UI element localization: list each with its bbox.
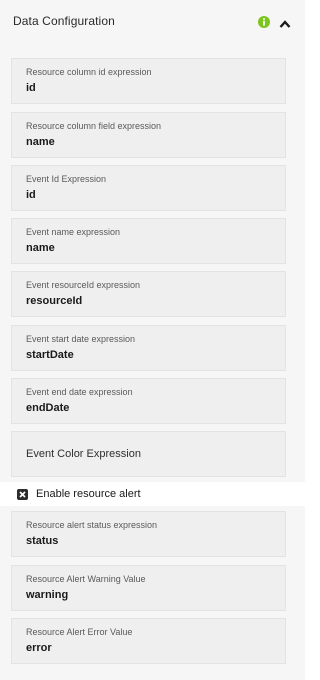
event-id-field[interactable]: Event Id Expression id xyxy=(11,165,286,211)
field-value: name xyxy=(26,242,55,254)
field-placeholder: Event Color Expression xyxy=(26,448,141,460)
chevron-up-icon[interactable] xyxy=(279,16,291,28)
field-value: id xyxy=(26,189,36,201)
checkbox-label: Enable resource alert xyxy=(36,488,141,500)
field-label: Event name expression xyxy=(26,227,121,237)
resource-column-id-field[interactable]: Resource column id expression id xyxy=(11,58,286,104)
resource-alert-error-field[interactable]: Resource Alert Error Value error xyxy=(11,618,286,664)
event-resourceid-field[interactable]: Event resourceId expression resourceId xyxy=(11,271,286,317)
event-end-date-field[interactable]: Event end date expression endDate xyxy=(11,378,286,424)
resource-column-field-field[interactable]: Resource column field expression name xyxy=(11,112,286,158)
resource-alert-warning-field[interactable]: Resource Alert Warning Value warning xyxy=(11,565,286,611)
field-value: warning xyxy=(26,589,69,601)
field-value: startDate xyxy=(26,349,74,361)
field-label: Resource alert status expression xyxy=(26,520,158,530)
field-value: resourceId xyxy=(26,295,83,307)
enable-resource-alert-checkbox[interactable]: Enable resource alert xyxy=(0,482,305,506)
field-label: Event start date expression xyxy=(26,334,136,344)
field-value: status xyxy=(26,535,59,547)
event-name-field[interactable]: Event name expression name xyxy=(11,218,286,264)
field-value: error xyxy=(26,642,52,654)
data-configuration-panel: Data Configuration Resource column id ex… xyxy=(0,0,305,680)
field-value: id xyxy=(26,82,36,94)
field-value: name xyxy=(26,136,55,148)
field-label: Resource column field expression xyxy=(26,121,162,131)
header-actions xyxy=(258,15,291,28)
event-start-date-field[interactable]: Event start date expression startDate xyxy=(11,325,286,371)
field-label: Event end date expression xyxy=(26,387,133,397)
section-title: Data Configuration xyxy=(13,14,115,28)
field-label: Event Id Expression xyxy=(26,174,107,184)
field-label: Resource Alert Error Value xyxy=(26,627,133,637)
field-value: endDate xyxy=(26,402,70,414)
checkbox-checked-icon[interactable] xyxy=(17,488,28,500)
field-label: Event resourceId expression xyxy=(26,280,141,290)
section-header[interactable]: Data Configuration xyxy=(0,0,305,42)
event-color-field[interactable]: Event Color Expression xyxy=(11,431,286,477)
resource-alert-status-field[interactable]: Resource alert status expression status xyxy=(11,511,286,557)
field-label: Resource column id expression xyxy=(26,67,152,77)
info-icon[interactable] xyxy=(258,15,270,28)
field-label: Resource Alert Warning Value xyxy=(26,574,146,584)
